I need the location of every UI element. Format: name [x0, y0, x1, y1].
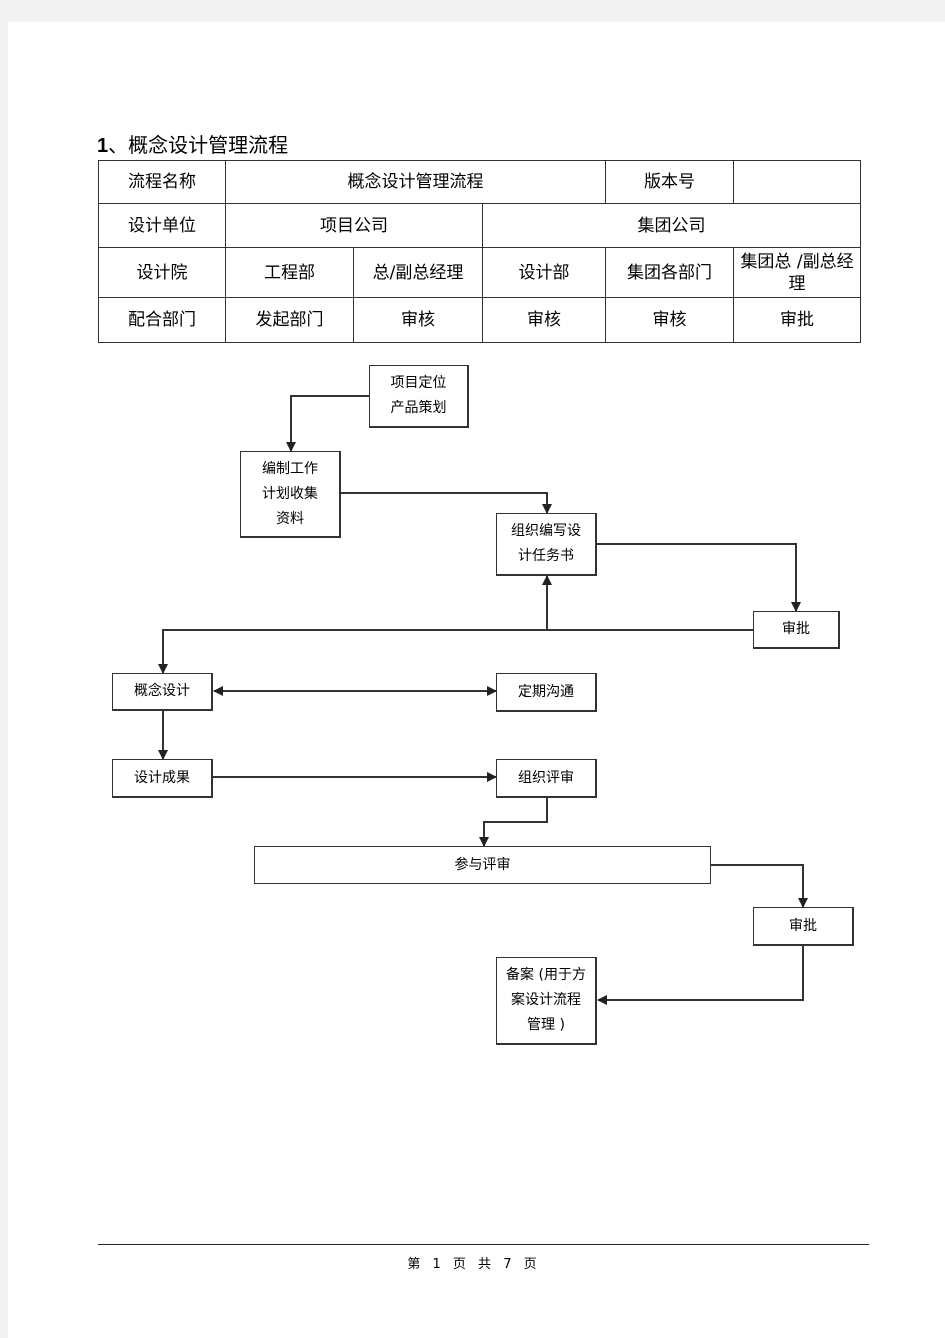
node-text: 备案 (用于方: [506, 967, 586, 983]
connector-approval-to-archive: [597, 945, 804, 1005]
connector-workplan-to-taskbook: [341, 492, 552, 514]
node-organize-review: 组织评审: [496, 759, 597, 798]
node-text: 计划收集: [262, 485, 318, 502]
node-participate-review: 参与评审: [254, 846, 711, 884]
node-text: 参与评审: [454, 856, 511, 873]
node-project-positioning: 项目定位 产品策划: [369, 365, 469, 428]
node-text: 编制工作: [262, 460, 318, 477]
node-text: 管理 ): [527, 1017, 565, 1033]
node-regular-communication: 定期沟通: [496, 673, 597, 712]
node-text: 案设计流程: [511, 992, 581, 1008]
page-number: 第 1 页 共 7 页: [407, 1257, 538, 1272]
footer-divider: [98, 1244, 869, 1245]
node-text: 组织编写设: [511, 523, 581, 539]
node-work-plan: 编制工作 计划收集 资料: [240, 451, 341, 538]
node-text: 定期沟通: [518, 683, 574, 700]
node-concept-design: 概念设计: [112, 673, 213, 711]
node-design-result: 设计成果: [112, 759, 213, 798]
node-text: 概念设计: [134, 683, 190, 699]
node-text: 产品策划: [390, 400, 447, 416]
node-text: 审批: [789, 917, 817, 934]
connector-taskbook-to-approval: [597, 543, 801, 612]
node-text: 审批: [782, 621, 810, 637]
node-text: 计任务书: [518, 548, 574, 564]
node-text: 设计成果: [134, 769, 190, 786]
node-text: 资料: [276, 510, 304, 527]
connector-participate-to-approval: [711, 864, 808, 908]
node-task-book: 组织编写设 计任务书: [496, 513, 597, 576]
connector-approval-to-concept: [158, 629, 753, 674]
node-text: 项目定位: [390, 375, 447, 391]
node-text: 组织评审: [518, 769, 574, 786]
node-approval-1: 审批: [753, 611, 840, 649]
connector-review-to-participate: [479, 797, 548, 847]
connector-positioning-to-workplan: [286, 395, 369, 452]
node-archive: 备案 (用于方 案设计流程 管理 ): [496, 957, 597, 1045]
node-approval-2: 审批: [753, 907, 854, 946]
flowchart-connectors: [158, 395, 808, 1005]
